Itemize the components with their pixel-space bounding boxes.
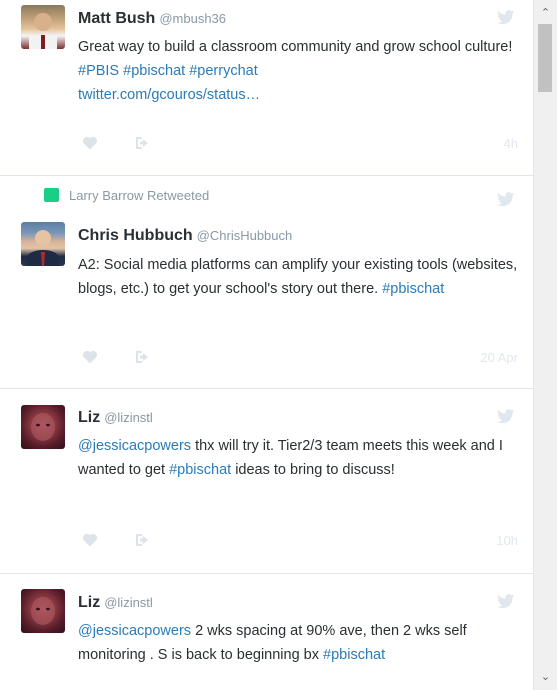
- tweet-text: A2: Social media platforms can amplify y…: [78, 253, 518, 301]
- tweet-feed[interactable]: Matt Bush @mbush36 Great way to build a c…: [0, 0, 533, 690]
- person-avatar-icon: [27, 230, 59, 266]
- author-name[interactable]: Liz: [78, 594, 100, 611]
- twitter-bird-icon[interactable]: [497, 409, 515, 424]
- retweet-indicator: Larry Barrow Retweeted: [44, 188, 209, 203]
- tweet-text: @jessicacpowers 2 wks spacing at 90% ave…: [78, 619, 518, 667]
- tweet-actions: 10h: [78, 532, 518, 550]
- tweet-chris-hubbuch[interactable]: Larry Barrow Retweeted Chris Hubbuch @Chr…: [0, 176, 533, 389]
- tweet-text-tail: ideas to bring to discuss!: [231, 462, 395, 478]
- twitter-bird-icon[interactable]: [497, 594, 515, 609]
- tweet-header: Chris Hubbuch @ChrisHubbuch: [78, 227, 292, 245]
- heart-icon[interactable]: [82, 532, 98, 548]
- tweet-actions: 20 Apr: [78, 349, 518, 367]
- chevron-up-icon: ⌃: [540, 6, 551, 19]
- twitter-bird-icon[interactable]: [497, 192, 515, 207]
- hashtag-links[interactable]: #pbischat: [382, 281, 444, 297]
- tweet-header: Matt Bush @mbush36: [78, 10, 226, 28]
- hashtag-links[interactable]: #pbischat: [169, 462, 231, 478]
- tweet-timestamp[interactable]: 4h: [504, 136, 518, 151]
- hashtag-links[interactable]: #pbischat: [323, 647, 385, 663]
- tweet-url-link[interactable]: twitter.com/gcouros/status…: [78, 87, 260, 103]
- tweet-header: Liz @lizinstl: [78, 594, 153, 612]
- retweet-icon: [44, 188, 59, 202]
- avatar[interactable]: [21, 405, 65, 449]
- tweet-timestamp[interactable]: 10h: [496, 533, 518, 548]
- tweet-matt-bush[interactable]: Matt Bush @mbush36 Great way to build a c…: [0, 0, 533, 176]
- avatar[interactable]: [21, 5, 65, 49]
- person-avatar-icon: [31, 597, 55, 625]
- chevron-down-icon: ⌄: [540, 670, 551, 683]
- tweet-text-body: Great way to build a classroom community…: [78, 39, 513, 55]
- tweet-text-body: A2: Social media platforms can amplify y…: [78, 257, 518, 297]
- scroll-up-arrow[interactable]: ⌃: [534, 2, 557, 22]
- avatar[interactable]: [21, 222, 65, 266]
- author-handle[interactable]: @lizinstl: [104, 410, 153, 425]
- tweet-liz-1[interactable]: Liz @lizinstl @jessicacpowers thx will tr…: [0, 389, 533, 574]
- vertical-scrollbar[interactable]: ⌃ ⌄: [533, 0, 557, 690]
- mention-link[interactable]: @jessicacpowers: [78, 623, 191, 639]
- author-handle[interactable]: @lizinstl: [104, 595, 153, 610]
- author-name[interactable]: Chris Hubbuch: [78, 227, 193, 244]
- author-handle[interactable]: @mbush36: [159, 11, 226, 26]
- tweet-actions: 4h: [78, 135, 518, 153]
- share-icon[interactable]: [134, 349, 150, 365]
- mention-link[interactable]: @jessicacpowers: [78, 438, 191, 454]
- person-avatar-icon: [31, 413, 55, 441]
- avatar[interactable]: [21, 589, 65, 633]
- author-name[interactable]: Matt Bush: [78, 10, 155, 27]
- scroll-down-arrow[interactable]: ⌄: [534, 666, 557, 686]
- retweet-label[interactable]: Larry Barrow Retweeted: [69, 188, 209, 203]
- twitter-timeline-widget: Matt Bush @mbush36 Great way to build a c…: [0, 0, 557, 690]
- tweet-text: Great way to build a classroom community…: [78, 35, 518, 107]
- heart-icon[interactable]: [82, 135, 98, 151]
- person-avatar-icon: [29, 13, 57, 49]
- hashtag-links[interactable]: #PBIS #pbischat #perrychat: [78, 63, 258, 79]
- scroll-thumb[interactable]: [538, 24, 552, 92]
- share-icon[interactable]: [134, 532, 150, 548]
- heart-icon[interactable]: [82, 349, 98, 365]
- author-handle[interactable]: @ChrisHubbuch: [197, 228, 293, 243]
- share-icon[interactable]: [134, 135, 150, 151]
- author-name[interactable]: Liz: [78, 409, 100, 426]
- tweet-text: @jessicacpowers thx will try it. Tier2/3…: [78, 434, 518, 482]
- twitter-bird-icon[interactable]: [497, 10, 515, 25]
- tweet-liz-2[interactable]: Liz @lizinstl @jessicacpowers 2 wks spaci…: [0, 574, 533, 690]
- tweet-header: Liz @lizinstl: [78, 409, 153, 427]
- tweet-timestamp[interactable]: 20 Apr: [480, 350, 518, 365]
